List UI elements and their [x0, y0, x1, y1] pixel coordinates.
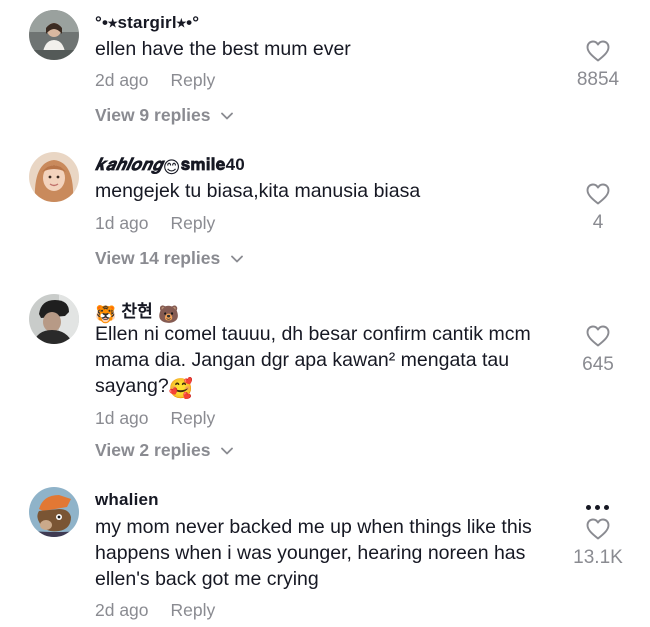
- avatar[interactable]: [29, 294, 79, 344]
- heart-outline-icon: [586, 183, 610, 205]
- view-replies-button[interactable]: View 9 replies: [95, 105, 234, 126]
- comment-text: ellen have the best mum ever: [95, 38, 351, 60]
- comment-text-line: ellen's back got me crying: [95, 568, 319, 590]
- reply-button[interactable]: Reply: [171, 600, 216, 620]
- comment-meta: 1d ago Reply: [95, 408, 215, 429]
- view-replies-button[interactable]: View 2 replies: [95, 440, 234, 461]
- like-count: 13.1K: [573, 547, 623, 568]
- chevron-down-icon: [221, 112, 234, 120]
- comment-text: mengejek tu biasa,kita manusia biasa: [95, 180, 421, 202]
- chevron-down-icon: [221, 447, 234, 455]
- view-replies-label: View 14 replies: [95, 248, 221, 268]
- reply-button[interactable]: Reply: [171, 213, 216, 233]
- comment-text: Ellen ni comel tauuu, dh besar confirm c…: [95, 321, 565, 402]
- like-count: 8854: [576, 69, 620, 90]
- comment-time: 2d ago: [95, 70, 149, 90]
- heart-outline-icon: [586, 40, 610, 62]
- comment-time: 1d ago: [95, 213, 149, 233]
- like-count: 4: [592, 212, 604, 233]
- like-count: 645: [582, 354, 614, 375]
- comment-text-line: happens when i was younger, hearing nore…: [95, 542, 526, 564]
- comment-meta: 2d ago Reply: [95, 70, 215, 91]
- username-text: 찬현: [121, 302, 153, 321]
- comment-text-line: mama dia. Jangan dgr apa kawan² mengata …: [95, 349, 510, 371]
- comment-username[interactable]: whalien: [95, 490, 159, 510]
- comment-meta: 2d ago Reply: [95, 600, 215, 621]
- avatar[interactable]: [29, 487, 79, 537]
- comment-meta: 1d ago Reply: [95, 213, 215, 234]
- view-replies-button[interactable]: View 14 replies: [95, 248, 243, 269]
- comment-text-line: Ellen ni comel tauuu, dh besar confirm c…: [95, 323, 531, 345]
- comment-username[interactable]: °•⭒stargirl⭒•°: [95, 13, 199, 33]
- comment-text-line: sayang?🥰: [95, 375, 194, 400]
- like-button[interactable]: 8854: [568, 40, 628, 91]
- username-suffix: 𝐬𝐦𝐢𝐥𝐞40: [180, 155, 245, 174]
- comment-time: 1d ago: [95, 408, 149, 428]
- reply-button[interactable]: Reply: [171, 70, 216, 90]
- comment-username[interactable]: 𝒌𝒂𝒉𝒍𝒐𝒏𝒈😊𝐬𝐦𝐢𝐥𝐞40: [95, 155, 245, 178]
- heart-outline-icon: [586, 518, 610, 540]
- view-replies-label: View 2 replies: [95, 440, 211, 460]
- username-prefix: 𝒌𝒂𝒉𝒍𝒐𝒏𝒈: [95, 155, 163, 174]
- comment-text-line: my mom never backed me up when things li…: [95, 516, 532, 538]
- chevron-down-icon: [231, 255, 243, 263]
- smile-emoji-icon: 😊: [162, 158, 181, 177]
- like-button[interactable]: 13.1K: [568, 518, 628, 569]
- more-options-icon[interactable]: [584, 497, 614, 510]
- comment-time: 2d ago: [95, 600, 149, 620]
- like-button[interactable]: 4: [568, 183, 628, 234]
- smiling-hearts-emoji-icon: 🥰: [168, 378, 194, 400]
- reply-button[interactable]: Reply: [171, 408, 216, 428]
- avatar[interactable]: [29, 10, 79, 60]
- comment-text: my mom never backed me up when things li…: [95, 514, 565, 592]
- view-replies-label: View 9 replies: [95, 105, 211, 125]
- avatar[interactable]: [29, 152, 79, 202]
- like-button[interactable]: 645: [568, 325, 628, 376]
- heart-outline-icon: [586, 325, 610, 347]
